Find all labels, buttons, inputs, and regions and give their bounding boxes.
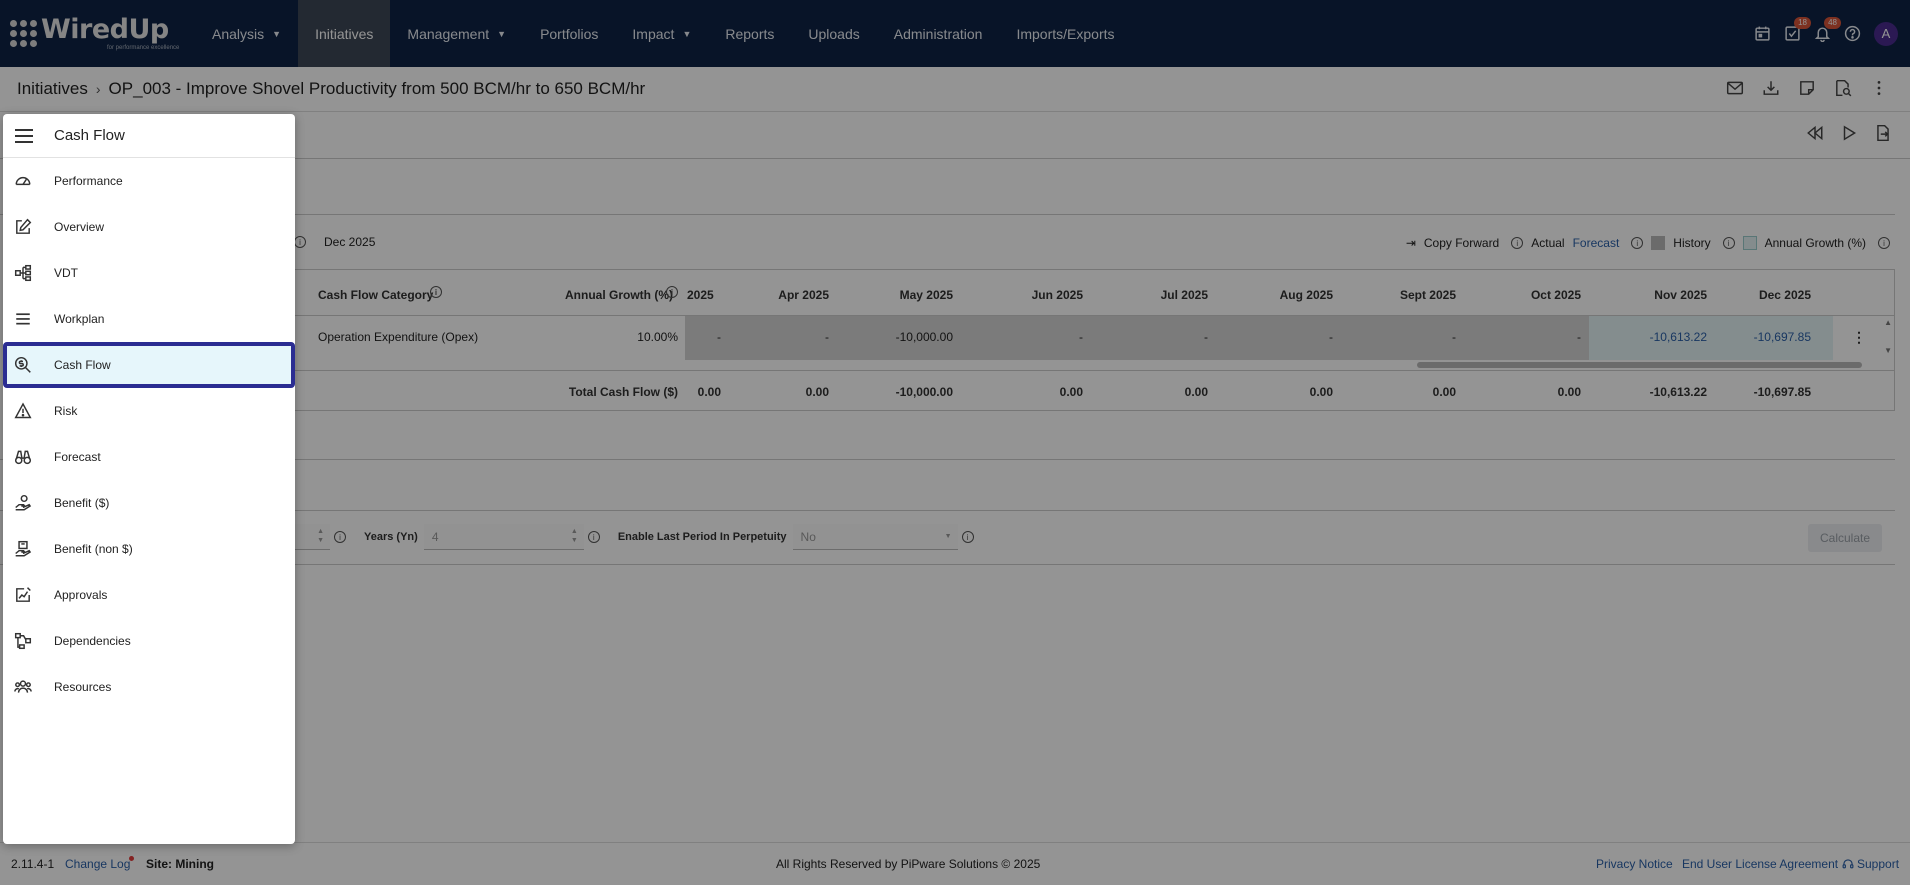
drawer-item-forecast[interactable]: Forecast	[3, 434, 295, 480]
drawer-item-label: Approvals	[54, 588, 108, 602]
edit-icon	[13, 217, 33, 237]
tree-icon	[13, 263, 33, 283]
drawer-item-overview[interactable]: Overview	[3, 204, 295, 250]
drawer-item-benefit-dollar[interactable]: Benefit ($)	[3, 480, 295, 526]
drawer-item-risk[interactable]: Risk	[3, 388, 295, 434]
drawer-item-label: Workplan	[54, 312, 105, 326]
drawer-item-label: Cash Flow	[54, 358, 111, 372]
drawer-item-label: Risk	[54, 404, 78, 418]
speedometer-icon	[13, 171, 33, 191]
drawer-item-label: Benefit ($)	[54, 496, 110, 510]
drawer-item-label: Benefit (non $)	[54, 542, 133, 556]
drawer-item-approvals[interactable]: Approvals	[3, 572, 295, 618]
people-icon	[13, 677, 33, 697]
drawer-item-benefit-non-dollar[interactable]: Benefit (non $)	[3, 526, 295, 572]
drawer-item-label: Resources	[54, 680, 112, 694]
warning-icon	[13, 401, 33, 421]
network-icon	[13, 631, 33, 651]
search-dollar-icon	[13, 355, 33, 375]
drawer-item-label: Dependencies	[54, 634, 131, 648]
drawer-item-workplan[interactable]: Workplan	[3, 296, 295, 342]
drawer-item-label: VDT	[54, 266, 78, 280]
drawer-item-dependencies[interactable]: Dependencies	[3, 618, 295, 664]
drawer-item-performance[interactable]: Performance	[3, 158, 295, 204]
hamburger-icon[interactable]	[15, 128, 35, 143]
drawer-header: Cash Flow	[3, 114, 295, 158]
lines-icon	[13, 309, 33, 329]
drawer-item-label: Performance	[54, 174, 123, 188]
drawer-item-cashflow[interactable]: Cash Flow	[3, 342, 295, 388]
drawer-item-label: Forecast	[54, 450, 101, 464]
section-drawer: Cash Flow Performance Overview VDT Workp…	[3, 114, 295, 844]
drawer-item-vdt[interactable]: VDT	[3, 250, 295, 296]
hand-coin-icon	[13, 493, 33, 513]
drawer-item-label: Overview	[54, 220, 105, 234]
drawer-item-resources[interactable]: Resources	[3, 664, 295, 710]
drawer-title: Cash Flow	[54, 127, 125, 144]
hand-box-icon	[13, 539, 33, 559]
binoculars-icon	[13, 447, 33, 467]
approval-icon	[13, 585, 33, 605]
